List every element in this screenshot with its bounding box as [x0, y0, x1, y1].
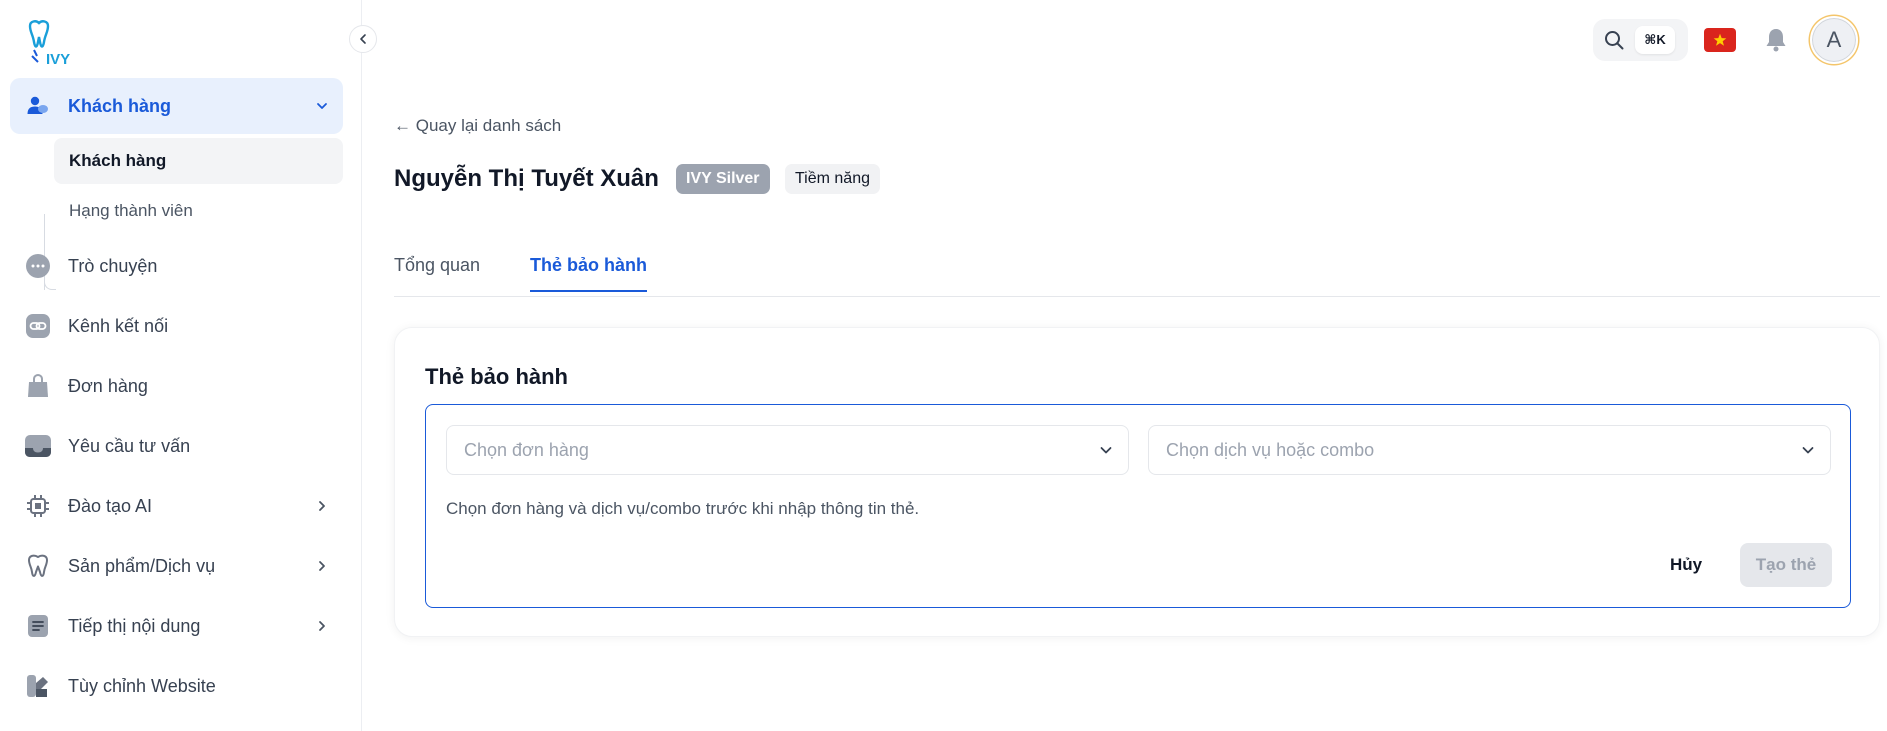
warranty-card-form: Chọn đơn hàng Chọn dịch vụ hoặc combo Ch… [425, 404, 1851, 608]
sidebar-item-customers[interactable]: Khách hàng [10, 78, 343, 134]
sidebar: IVY Khách hàng Khách hàng Hạng thành viê… [0, 0, 377, 731]
language-flag-vietnam-icon[interactable] [1704, 28, 1736, 52]
customer-status-badge: Tiềm năng [785, 164, 880, 194]
page-title: Nguyễn Thị Tuyết Xuân [394, 165, 659, 192]
sidebar-subitem-label: Khách hàng [69, 151, 167, 170]
back-to-list-link[interactable]: ← Quay lại danh sách [394, 116, 561, 136]
sidebar-subitem-membership-tiers[interactable]: Hạng thành viên [54, 188, 343, 234]
sidebar-item-content-marketing[interactable]: Tiếp thị nội dung [10, 598, 343, 654]
chevron-down-icon [1098, 442, 1114, 458]
warranty-card-title: Thẻ bảo hành [425, 364, 568, 389]
sidebar-item-website-customization[interactable]: Tùy chỉnh Website [10, 658, 343, 714]
palette-icon [24, 672, 52, 700]
sidebar-item-chat[interactable]: Trò chuyện [10, 238, 343, 294]
inbox-icon [24, 432, 52, 460]
customer-tabs: Tổng quan Thẻ bảo hành [394, 250, 1880, 297]
chevron-down-icon [315, 99, 329, 113]
warranty-card-panel: Thẻ bảo hành Chọn đơn hàng Chọn dịch vụ … [394, 327, 1880, 637]
sidebar-item-label: Sản phẩm/Dịch vụ [68, 555, 216, 576]
service-combo-select[interactable]: Chọn dịch vụ hoặc combo [1148, 425, 1831, 475]
sidebar-collapse-button[interactable] [349, 25, 377, 53]
search-shortcut-hint: ⌘K [1635, 26, 1675, 54]
chat-icon [24, 252, 52, 280]
logo-text: IVY [46, 51, 70, 68]
service-select-placeholder: Chọn dịch vụ hoặc combo [1166, 439, 1375, 460]
chevron-right-icon [315, 499, 329, 513]
search-icon [1605, 31, 1624, 50]
users-icon [24, 92, 52, 120]
sidebar-item-label: Đào tạo AI [68, 495, 153, 516]
chevron-down-icon [1800, 442, 1816, 458]
sidebar-item-label: Tiếp thị nội dung [68, 615, 201, 636]
shopping-bag-icon [24, 372, 52, 400]
chevron-right-icon [315, 559, 329, 573]
sidebar-subitem-label: Hạng thành viên [69, 201, 193, 220]
order-select[interactable]: Chọn đơn hàng [446, 425, 1129, 475]
tab-overview[interactable]: Tổng quan [394, 255, 480, 290]
cancel-button[interactable]: Hủy [1646, 543, 1726, 587]
sidebar-item-label: Đơn hàng [68, 375, 148, 396]
sidebar-item-connection-channels[interactable]: Kênh kết nối [10, 298, 343, 354]
tooth-icon [24, 552, 52, 580]
sidebar-item-orders[interactable]: Đơn hàng [10, 358, 343, 414]
chip-icon [24, 492, 52, 520]
create-card-button[interactable]: Tạo thẻ [1740, 543, 1832, 587]
link-icon [24, 312, 52, 340]
sidebar-item-products-services[interactable]: Sản phẩm/Dịch vụ [10, 538, 343, 594]
tab-warranty-card[interactable]: Thẻ bảo hành [530, 255, 647, 292]
sidebar-item-label: Yêu cầu tư vấn [68, 435, 191, 456]
sidebar-item-consultation-requests[interactable]: Yêu cầu tư vấn [10, 418, 343, 474]
sidebar-item-label: Trò chuyện [68, 255, 158, 276]
user-avatar[interactable]: A [1810, 16, 1858, 64]
sidebar-item-label: Tùy chỉnh Website [68, 675, 216, 696]
global-search-button[interactable]: ⌘K [1593, 19, 1688, 61]
sidebar-subitem-customers[interactable]: Khách hàng [54, 138, 343, 184]
membership-tier-badge: IVY Silver [676, 164, 770, 194]
notification-bell-icon[interactable] [1762, 26, 1790, 54]
sidebar-item-label: Khách hàng [68, 95, 172, 116]
ivy-logo[interactable]: IVY [24, 20, 78, 68]
sidebar-item-label: Kênh kết nối [68, 315, 169, 336]
chevron-right-icon [315, 619, 329, 633]
sidebar-item-ai-training[interactable]: Đào tạo AI [10, 478, 343, 534]
order-select-placeholder: Chọn đơn hàng [464, 439, 589, 460]
chevron-left-icon [360, 34, 366, 44]
form-hint-text: Chọn đơn hàng và dịch vụ/combo trước khi… [446, 499, 920, 518]
document-icon [24, 612, 52, 640]
